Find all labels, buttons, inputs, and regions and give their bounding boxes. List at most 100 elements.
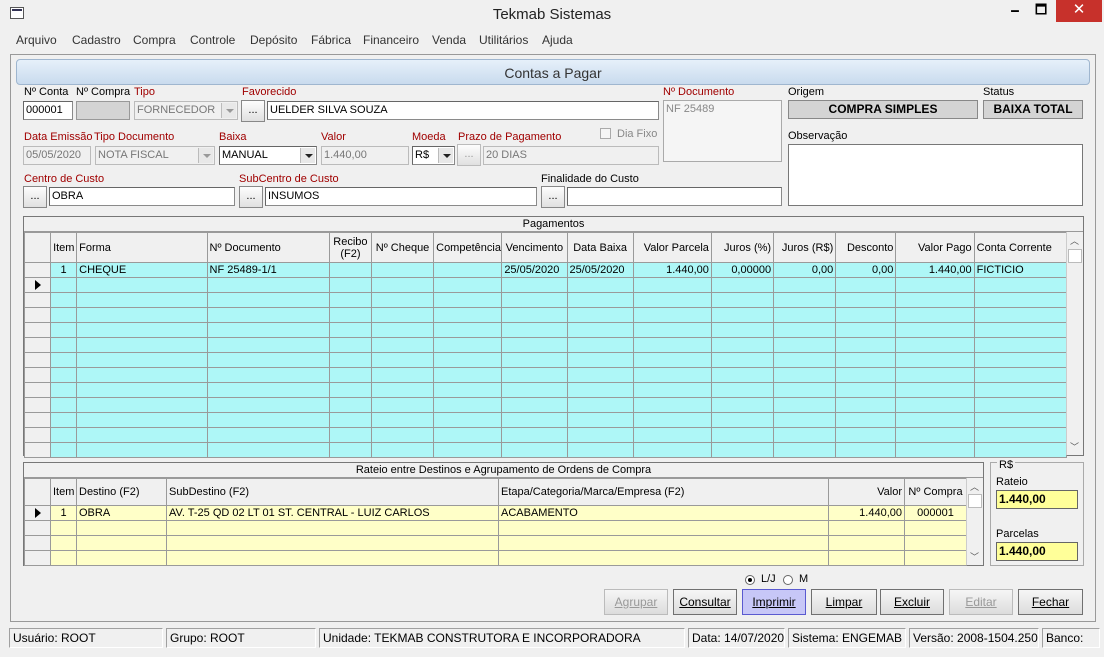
empty-cell[interactable]	[973, 412, 1068, 428]
empty-cell[interactable]	[501, 367, 568, 383]
empty-cell[interactable]	[328, 442, 372, 458]
empty-cell[interactable]	[895, 382, 975, 398]
empty-cell[interactable]	[566, 412, 634, 428]
empty-cell[interactable]	[895, 442, 975, 458]
empty-cell[interactable]	[566, 352, 634, 368]
empty-cell[interactable]	[773, 352, 837, 368]
empty-cell[interactable]	[710, 382, 775, 398]
empty-cell[interactable]	[773, 427, 837, 443]
empty-cell[interactable]	[710, 277, 775, 293]
empty-cell[interactable]	[370, 397, 435, 413]
empty-cell[interactable]	[328, 412, 372, 428]
cell-cheque[interactable]	[370, 262, 435, 278]
empty-cell[interactable]	[206, 382, 330, 398]
empty-cell[interactable]	[498, 550, 829, 566]
empty-cell[interactable]	[50, 535, 77, 551]
empty-cell[interactable]	[710, 397, 775, 413]
col-cheque[interactable]: Nº Cheque	[370, 232, 435, 263]
empty-cell[interactable]	[498, 520, 829, 536]
empty-cell[interactable]	[773, 382, 837, 398]
empty-cell[interactable]	[566, 322, 634, 338]
finalidade-field[interactable]	[567, 187, 782, 206]
empty-cell[interactable]	[501, 337, 568, 353]
centro-custo-field[interactable]: OBRA	[49, 187, 235, 206]
empty-cell[interactable]	[632, 367, 712, 383]
empty-row[interactable]	[24, 520, 967, 536]
empty-cell[interactable]	[76, 322, 208, 338]
empty-cell[interactable]	[710, 427, 775, 443]
empty-cell[interactable]	[76, 397, 208, 413]
empty-cell[interactable]	[206, 352, 330, 368]
cell-documento[interactable]: NF 25489-1/1	[206, 262, 330, 278]
empty-cell[interactable]	[501, 427, 568, 443]
empty-cell[interactable]	[710, 412, 775, 428]
empty-cell[interactable]	[973, 352, 1068, 368]
empty-cell[interactable]	[370, 412, 435, 428]
cell-valor-parcela[interactable]: 1.440,00	[632, 262, 712, 278]
empty-cell[interactable]	[895, 307, 975, 323]
table-row[interactable]: 1 OBRA AV. T-25 QD 02 LT 01 ST. CENTRAL …	[24, 505, 967, 521]
empty-row[interactable]	[23, 322, 1068, 338]
empty-cell[interactable]	[973, 277, 1068, 293]
empty-cell[interactable]	[76, 352, 208, 368]
empty-cell[interactable]	[773, 397, 837, 413]
empty-cell[interactable]	[973, 382, 1068, 398]
empty-cell[interactable]	[710, 337, 775, 353]
empty-cell[interactable]	[835, 322, 897, 338]
close-button[interactable]: ✕	[1056, 0, 1102, 22]
cell-data-baixa[interactable]: 25/05/2020	[566, 262, 634, 278]
empty-cell[interactable]	[206, 442, 330, 458]
empty-cell[interactable]	[76, 337, 208, 353]
empty-cell[interactable]	[501, 292, 568, 308]
empty-cell[interactable]	[50, 307, 78, 323]
empty-cell[interactable]	[501, 352, 568, 368]
empty-cell[interactable]	[710, 352, 775, 368]
cell-n-compra[interactable]: 000001	[904, 505, 967, 521]
empty-cell[interactable]	[433, 382, 503, 398]
empty-cell[interactable]	[76, 307, 208, 323]
col-juros-rs[interactable]: Juros (R$)	[773, 232, 837, 263]
empty-cell[interactable]	[50, 367, 78, 383]
cell-juros-pct[interactable]: 0,00000	[710, 262, 775, 278]
empty-cell[interactable]	[166, 535, 499, 551]
empty-cell[interactable]	[328, 367, 372, 383]
empty-cell[interactable]	[50, 292, 78, 308]
empty-cell[interactable]	[501, 397, 568, 413]
empty-cell[interactable]	[501, 382, 568, 398]
empty-cell[interactable]	[895, 412, 975, 428]
empty-cell[interactable]	[835, 367, 897, 383]
col-etapa[interactable]: Etapa/Categoria/Marca/Empresa (F2)	[498, 478, 829, 506]
empty-cell[interactable]	[328, 352, 372, 368]
empty-cell[interactable]	[710, 292, 775, 308]
table-row-new[interactable]	[23, 277, 1068, 293]
menu-compra[interactable]: Compra	[133, 33, 176, 47]
limpar-button[interactable]: Limpar	[811, 589, 877, 615]
empty-cell[interactable]	[433, 322, 503, 338]
empty-cell[interactable]	[835, 382, 897, 398]
empty-cell[interactable]	[328, 427, 372, 443]
empty-cell[interactable]	[206, 292, 330, 308]
empty-cell[interactable]	[498, 535, 829, 551]
scroll-thumb[interactable]	[968, 494, 982, 508]
col-conta-corrente[interactable]: Conta Corrente	[973, 232, 1068, 263]
empty-cell[interactable]	[632, 277, 712, 293]
empty-cell[interactable]	[835, 337, 897, 353]
empty-cell[interactable]	[973, 442, 1068, 458]
empty-cell[interactable]	[76, 412, 208, 428]
scroll-down-icon[interactable]: ﹀	[1070, 440, 1079, 453]
empty-cell[interactable]	[973, 427, 1068, 443]
menu-deposito[interactable]: Depósito	[250, 33, 297, 47]
chevron-down-icon[interactable]	[300, 148, 315, 163]
empty-cell[interactable]	[76, 520, 167, 536]
empty-cell[interactable]	[895, 322, 975, 338]
empty-cell[interactable]	[973, 367, 1068, 383]
cell-recibo[interactable]	[328, 262, 372, 278]
empty-cell[interactable]	[370, 442, 435, 458]
empty-cell[interactable]	[328, 277, 372, 293]
empty-cell[interactable]	[206, 337, 330, 353]
empty-cell[interactable]	[370, 292, 435, 308]
pagamentos-table[interactable]: Item Forma Nº Documento Recibo (F2) Nº C…	[23, 232, 1068, 458]
col-data-baixa[interactable]: Data Baixa	[566, 232, 634, 263]
empty-cell[interactable]	[50, 427, 78, 443]
empty-cell[interactable]	[632, 427, 712, 443]
